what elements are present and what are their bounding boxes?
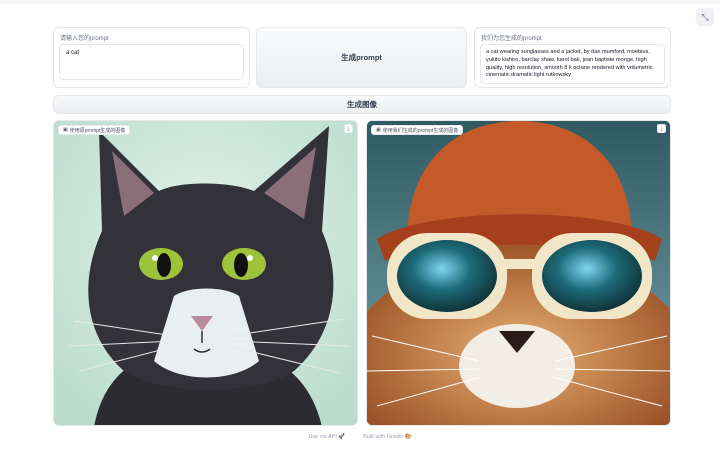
generate-prompt-button[interactable]: 生成prompt bbox=[256, 27, 467, 88]
original-prompt-image-panel: ▣ 使用原prompt生成的图像 ⤓ bbox=[53, 120, 358, 426]
download-icon[interactable]: ⤓ bbox=[344, 124, 353, 133]
prompt-input-label: 请输入您的prompt bbox=[60, 36, 109, 42]
cat-sunglasses-image bbox=[367, 121, 670, 425]
generated-prompt-image-panel: ▣ 使用我们生成的prompt生成的图像 ⤓ bbox=[366, 120, 671, 426]
generate-image-button[interactable]: 生成图像 bbox=[53, 95, 671, 114]
generated-prompt-label: 我们为您生成的prompt bbox=[481, 36, 542, 42]
top-bar bbox=[0, 0, 720, 4]
generated-image-label: 使用我们生成的prompt生成的图像 bbox=[382, 127, 459, 134]
original-image-label: 使用原prompt生成的图像 bbox=[69, 127, 126, 134]
rocket-icon: 🚀 bbox=[338, 434, 346, 440]
use-via-api-link[interactable]: Use via API 🚀 bbox=[308, 434, 345, 440]
built-with-gradio-link[interactable]: Built with Gradio 🎨 bbox=[363, 434, 411, 440]
footer-separator: · bbox=[353, 434, 356, 440]
cat-painting-image bbox=[54, 121, 357, 425]
generated-prompt-panel: 我们为您生成的prompt a cat wearing sunglasses a… bbox=[474, 27, 671, 88]
generated-prompt-output[interactable]: a cat wearing sunglasses and a jacket, b… bbox=[480, 44, 665, 84]
settings-corner-icon[interactable]: ⤡ bbox=[696, 8, 714, 26]
use-via-api-label: Use via API bbox=[308, 434, 337, 440]
footer: Use via API 🚀 · Built with Gradio 🎨 bbox=[0, 432, 720, 442]
original-image-tag: ▣ 使用原prompt生成的图像 bbox=[58, 125, 131, 135]
download-icon[interactable]: ⤓ bbox=[657, 124, 666, 133]
prompt-input-panel: 请输入您的prompt a cat bbox=[53, 27, 250, 88]
palette-icon: 🎨 bbox=[404, 434, 412, 440]
image-icon: ▣ bbox=[376, 127, 381, 133]
prompt-input[interactable]: a cat bbox=[59, 44, 244, 80]
image-icon: ▣ bbox=[63, 127, 68, 133]
built-with-gradio-label: Built with Gradio bbox=[363, 434, 404, 440]
generated-image-tag: ▣ 使用我们生成的prompt生成的图像 bbox=[371, 125, 464, 135]
